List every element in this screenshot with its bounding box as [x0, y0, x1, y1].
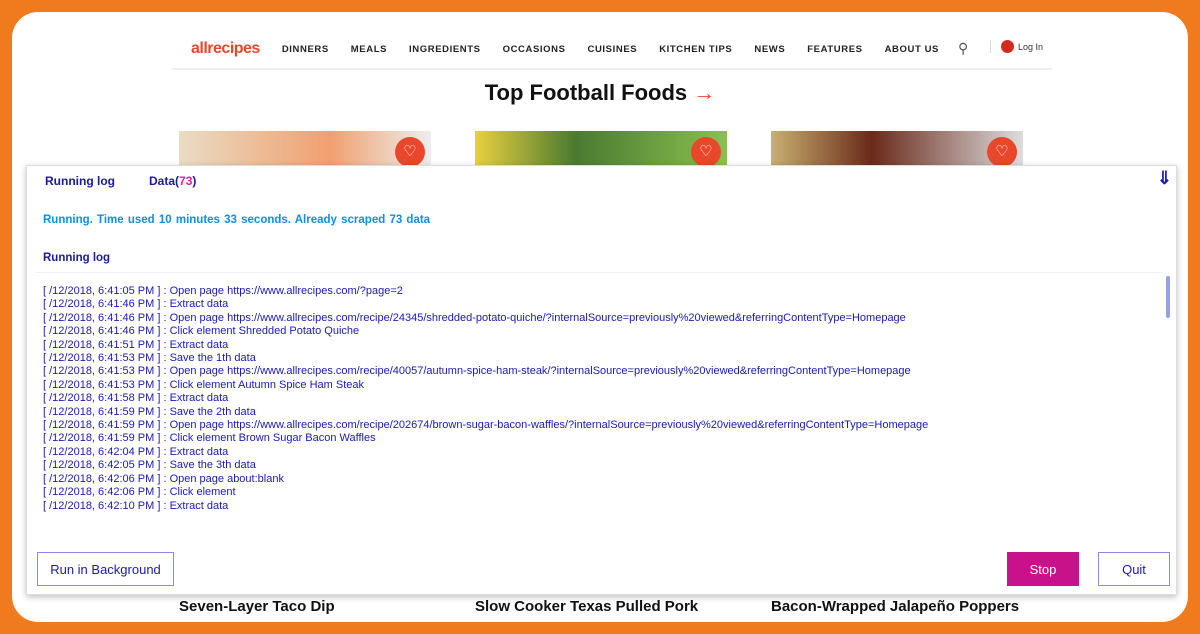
log-line: [ /12/2018, 6:41:59 PM ] : Save the 2th … — [43, 405, 256, 418]
scraper-dialog: Running log Data(73) ⇓ Running. Time use… — [26, 165, 1177, 595]
section-title-text: Top Football Foods — [484, 80, 688, 105]
nav-news[interactable]: NEWS — [754, 44, 785, 55]
nav-features[interactable]: FEATURES — [807, 44, 862, 55]
log-line: [ /12/2018, 6:41:05 PM ] : Open page htt… — [43, 285, 403, 297]
site-logo[interactable]: allrecipes — [191, 40, 260, 58]
nav-occasions[interactable]: OCCASIONS — [503, 44, 566, 55]
nav-cuisines[interactable]: CUISINES — [588, 44, 638, 55]
stop-button[interactable]: Stop — [1007, 552, 1079, 586]
tab-data-paren: ) — [192, 174, 197, 188]
log-line: [ /12/2018, 6:42:06 PM ] : Open page abo… — [43, 472, 284, 485]
log-line: [ /12/2018, 6:41:58 PM ] : Extract data — [43, 392, 229, 405]
log-line: [ /12/2018, 6:41:53 PM ] : Click element… — [43, 378, 364, 391]
nav-ingredients[interactable]: INGREDIENTS — [409, 44, 481, 55]
log-line: [ /12/2018, 6:42:04 PM ] : Extract data — [43, 445, 229, 458]
data-count: 73 — [179, 174, 193, 188]
log-line: [ /12/2018, 6:41:46 PM ] : Click element… — [43, 325, 360, 338]
section-title[interactable]: Top Football Foods → — [0, 80, 1200, 106]
heart-icon[interactable]: ♡ — [987, 137, 1017, 167]
log-panel: [ /12/2018, 6:41:05 PM ] : Open page htt… — [35, 272, 1163, 516]
nav-dinners[interactable]: DINNERS — [282, 44, 329, 55]
log-line: [ /12/2018, 6:41:46 PM ] : Open page htt… — [43, 311, 906, 324]
search-icon[interactable]: ⚲ — [958, 40, 968, 57]
run-in-background-button[interactable]: Run in Background — [37, 552, 174, 586]
nav-meals[interactable]: MEALS — [351, 44, 387, 55]
login-link[interactable]: Log In — [990, 40, 1043, 53]
log-line: [ /12/2018, 6:42:06 PM ] : Click element — [43, 486, 236, 499]
log-line: [ /12/2018, 6:41:59 PM ] : Open page htt… — [43, 419, 929, 432]
tab-data[interactable]: Data(73) — [149, 174, 196, 188]
status-text: Running. Time used 10 minutes 33 seconds… — [43, 214, 431, 226]
log-line: [ /12/2018, 6:41:53 PM ] : Open page htt… — [43, 365, 911, 378]
log-line: [ /12/2018, 6:41:59 PM ] : Click element… — [43, 432, 376, 445]
heart-icon[interactable]: ♡ — [395, 137, 425, 167]
log-heading: Running log — [43, 252, 111, 264]
tab-data-label: Data( — [149, 174, 180, 188]
login-label: Log In — [1018, 41, 1044, 52]
arrow-right-icon: → — [693, 80, 716, 105]
tab-running-log[interactable]: Running log — [45, 174, 115, 188]
log-line: [ /12/2018, 6:41:51 PM ] : Extract data — [43, 338, 229, 351]
quit-button[interactable]: Quit — [1098, 552, 1170, 586]
log-line: [ /12/2018, 6:41:46 PM ] : Extract data — [43, 298, 229, 311]
log-line: [ /12/2018, 6:42:10 PM ] : Extract data — [43, 499, 229, 512]
heart-icon[interactable]: ♡ — [691, 137, 721, 167]
user-icon — [1001, 40, 1014, 53]
collapse-chevron-icon[interactable]: ⇓ — [1157, 168, 1172, 189]
recipe-title[interactable]: Slow Cooker Texas Pulled Pork — [475, 598, 698, 615]
log-scrollbar[interactable] — [1166, 276, 1170, 318]
recipe-title[interactable]: Seven-Layer Taco Dip — [179, 598, 335, 615]
log-line: [ /12/2018, 6:42:05 PM ] : Save the 3th … — [43, 459, 256, 472]
nav-about-us[interactable]: ABOUT US — [885, 44, 939, 55]
log-line: [ /12/2018, 6:41:53 PM ] : Save the 1th … — [43, 352, 256, 365]
site-nav: allrecipes DINNERS MEALS INGREDIENTS OCC… — [172, 30, 1052, 70]
nav-kitchen-tips[interactable]: KITCHEN TIPS — [659, 44, 732, 55]
recipe-title[interactable]: Bacon-Wrapped Jalapeño Poppers — [771, 598, 1019, 615]
